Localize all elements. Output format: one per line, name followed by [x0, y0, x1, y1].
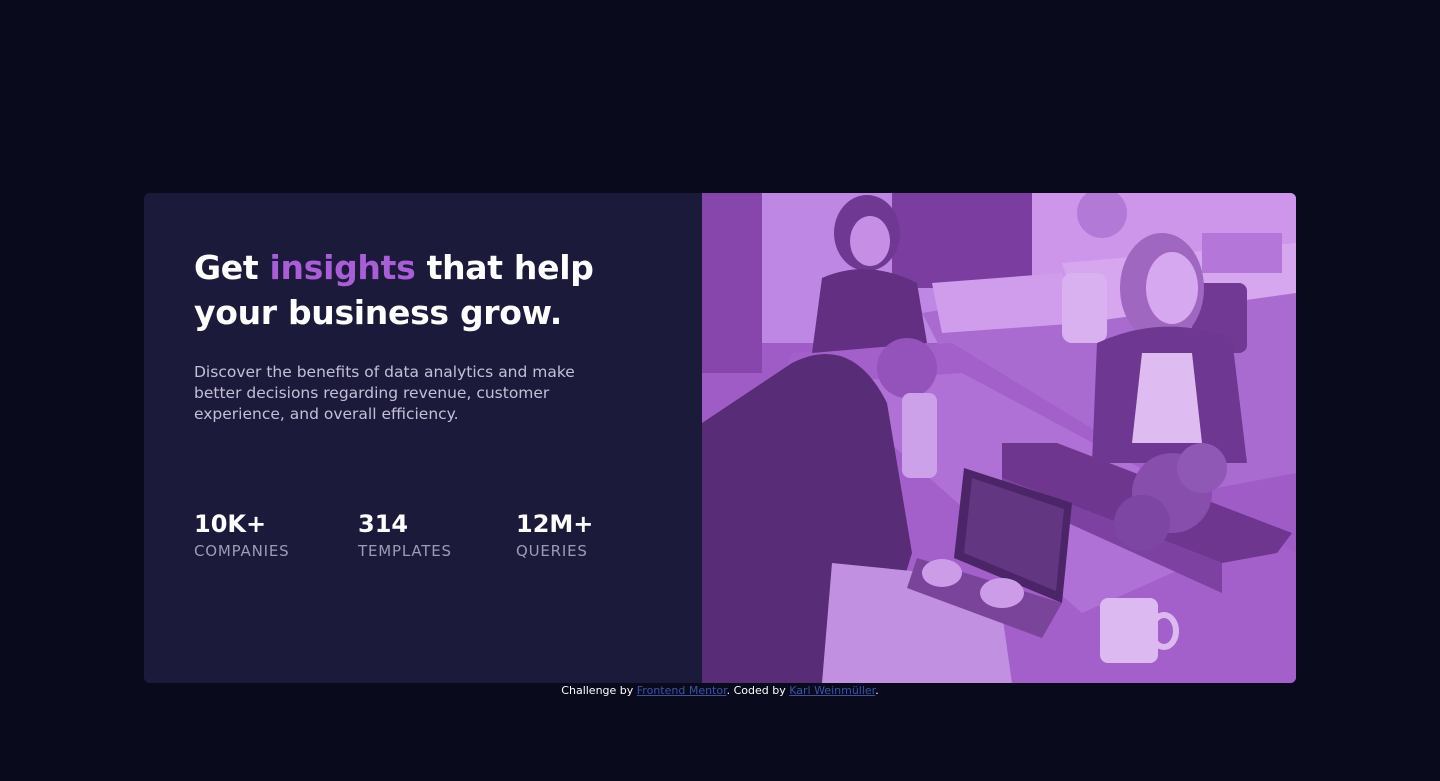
stat-value: 12M+: [516, 510, 594, 538]
stats-preview-card: Get insights that help your business gro…: [144, 193, 1296, 683]
headline: Get insights that help your business gro…: [194, 245, 652, 335]
stat-queries: 12M+ QUERIES: [516, 510, 593, 560]
stat-label: TEMPLATES: [358, 542, 452, 560]
headline-start: Get: [194, 248, 270, 287]
attribution-suffix: .: [875, 684, 879, 697]
author-link[interactable]: Karl Weinmüller: [789, 684, 875, 697]
attribution-prefix: Challenge by: [561, 684, 637, 697]
stat-templates: 314 TEMPLATES: [358, 510, 516, 560]
office-photo: [702, 193, 1296, 683]
stat-label: COMPANIES: [194, 542, 290, 560]
stat-label: QUERIES: [516, 542, 588, 560]
headline-accent: insights: [269, 248, 416, 287]
stat-companies: 10K+ COMPANIES: [194, 510, 358, 560]
frontend-mentor-link[interactable]: Frontend Mentor: [637, 684, 727, 697]
attribution-middle: . Coded by: [726, 684, 790, 697]
attribution: Challenge by Frontend Mentor. Coded by K…: [0, 684, 1440, 698]
card-content: Get insights that help your business gro…: [144, 193, 702, 683]
stat-value: 314: [358, 510, 409, 538]
stats-list: 10K+ COMPANIES 314 TEMPLATES 12M+ QUERIE…: [194, 510, 593, 560]
stat-value: 10K+: [194, 510, 267, 538]
office-photo-image: [702, 193, 1296, 683]
description: Discover the benefits of data analytics …: [194, 363, 575, 423]
